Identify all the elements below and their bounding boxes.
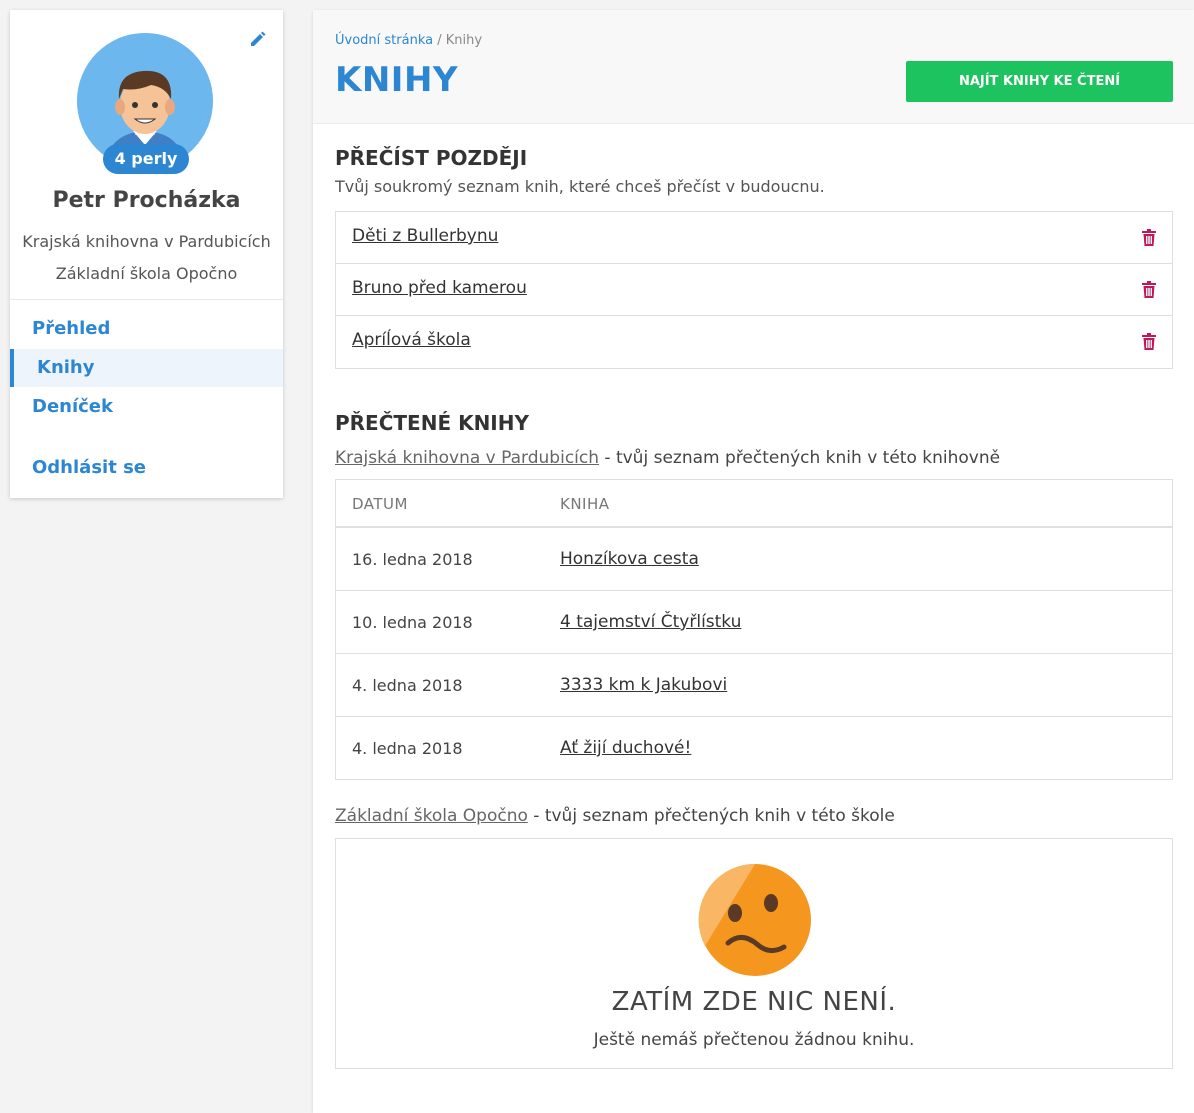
trash-icon[interactable] <box>1142 281 1156 298</box>
pearls-badge: 4 perly <box>103 144 189 174</box>
book-link[interactable]: Apríĺová škola <box>352 330 471 350</box>
school-line-suffix: - tvůj seznam přečtených knih v této ško… <box>527 806 895 826</box>
book-link[interactable]: Děti z Bullerbynu <box>352 226 498 246</box>
column-header-book: KNIHA <box>560 495 610 513</box>
edit-pencil-icon[interactable] <box>249 30 267 48</box>
empty-state: ZATÍM ZDE NIC NENÍ. Ještě nemáš přečteno… <box>335 838 1173 1069</box>
page-title: KNIHY <box>335 60 459 100</box>
row-date: 16. ledna 2018 <box>352 550 473 569</box>
breadcrumb-home-link[interactable]: Úvodní stránka <box>335 33 433 48</box>
school-link[interactable]: Základní škola Opočno <box>335 806 528 826</box>
row-date: 10. ledna 2018 <box>352 613 473 632</box>
sidebar-item-diary[interactable]: Deníček <box>10 388 283 426</box>
organization-library: Krajská knihovna v Pardubicích <box>22 232 271 251</box>
list-item: Děti z Bullerbynu <box>336 212 1172 264</box>
sidebar-item-logout[interactable]: Odhlásit se <box>10 449 283 487</box>
empty-state-title: ZATÍM ZDE NIC NENÍ. <box>611 987 897 1017</box>
table-row: 16. ledna 2018 Honzíkova cesta <box>336 528 1172 591</box>
read-later-description: Tvůj soukromý seznam knih, které chceš p… <box>335 177 825 196</box>
trash-icon[interactable] <box>1142 229 1156 246</box>
organization-school: Základní škola Opočno <box>55 264 238 283</box>
book-link[interactable]: Bruno před kamerou <box>352 278 527 298</box>
library-line-suffix: - tvůj seznam přečtených knih v této kni… <box>599 448 1001 468</box>
empty-state-text: Ještě nemáš přečtenou žádnou knihu. <box>593 1030 915 1050</box>
table-row: 4. ledna 2018 Ať žijí duchové! <box>336 717 1172 779</box>
book-link[interactable]: Honzíkova cesta <box>560 549 699 569</box>
read-later-list: Děti z Bullerbynu Bruno před kamerou Apr… <box>335 211 1173 369</box>
breadcrumb-separator: / <box>433 33 446 48</box>
list-item: Bruno před kamerou <box>336 264 1172 316</box>
book-link[interactable]: 4 tajemství Čtyřlístku <box>560 612 741 632</box>
table-row: 4. ledna 2018 3333 km k Jakubovi <box>336 654 1172 717</box>
main-panel: Úvodní stránka / Knihy KNIHY NAJÍT KNIHY… <box>313 10 1194 1113</box>
sidebar-item-overview[interactable]: Přehled <box>10 310 283 348</box>
school-line: Základní škola Opočno - tvůj seznam přeč… <box>335 806 895 826</box>
breadcrumb-current: Knihy <box>445 33 483 48</box>
table-row: 10. ledna 2018 4 tajemství Čtyřlístku <box>336 591 1172 654</box>
page-header: Úvodní stránka / Knihy KNIHY NAJÍT KNIHY… <box>313 10 1194 124</box>
row-date: 4. ledna 2018 <box>352 676 463 695</box>
table-header: DATUM KNIHA <box>336 480 1172 528</box>
sidebar-item-books[interactable]: Knihy <box>10 349 283 387</box>
read-later-title: PŘEČÍST POZDĚJI <box>335 146 528 170</box>
row-date: 4. ledna 2018 <box>352 739 463 758</box>
library-link[interactable]: Krajská knihovna v Pardubicích <box>335 448 599 468</box>
book-link[interactable]: Ať žijí duchové! <box>560 738 691 758</box>
profile-sidebar: 4 perly Petr Procházka Krajská knihovna … <box>10 10 283 498</box>
list-item: Apríĺová škola <box>336 316 1172 368</box>
column-header-date: DATUM <box>352 495 408 513</box>
read-books-title: PŘEČTENÉ KNIHY <box>335 411 529 435</box>
library-line: Krajská knihovna v Pardubicích - tvůj se… <box>335 448 1000 468</box>
sad-face-icon <box>698 863 811 976</box>
breadcrumb: Úvodní stránka / Knihy <box>335 33 482 48</box>
book-link[interactable]: 3333 km k Jakubovi <box>560 675 727 695</box>
trash-icon[interactable] <box>1142 333 1156 350</box>
find-books-button[interactable]: NAJÍT KNIHY KE ČTENÍ <box>906 61 1173 102</box>
user-name: Petr Procházka <box>52 188 241 213</box>
sidebar-divider <box>10 299 283 300</box>
read-books-table: DATUM KNIHA 16. ledna 2018 Honzíkova ces… <box>335 479 1173 780</box>
